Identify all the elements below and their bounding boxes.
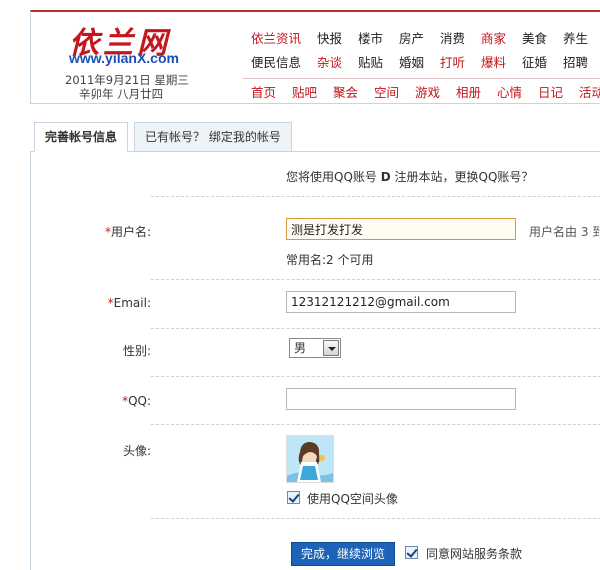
submit-button[interactable]: 完成，继续浏览 <box>291 542 395 566</box>
tab-bind-account[interactable]: 已有帐号？ 绑定我的帐号 <box>134 122 292 152</box>
divider <box>151 196 600 197</box>
divider <box>151 424 600 425</box>
gender-select[interactable]: 男 <box>289 338 341 358</box>
agree-terms-label[interactable]: 同意网站服务条款 <box>426 545 522 562</box>
avatar-label: 头像: <box>122 444 151 458</box>
nav-item[interactable]: 心情 <box>497 82 522 101</box>
nav-community: 首页 贴吧 聚会 空间 游戏 相册 心情 日记 活动 <box>251 82 600 103</box>
email-label: *Email: <box>107 296 151 310</box>
divider <box>151 376 600 377</box>
nav-item[interactable]: 打听 <box>440 52 465 71</box>
divider <box>151 279 600 280</box>
username-input[interactable] <box>286 218 516 240</box>
use-qq-avatar-label: 使用QQ空间头像 <box>307 492 398 506</box>
username-suggestion: 常用名:2 个可用 <box>286 253 374 267</box>
username-hint: 用户名由 3 到 <box>529 225 600 239</box>
notice-prefix: 您将使用QQ账号 <box>286 170 381 184</box>
nav-item[interactable]: 便民信息 <box>251 52 301 71</box>
nav-item[interactable]: 楼市 <box>358 28 383 47</box>
nav-item[interactable]: 贴贴 <box>358 52 383 71</box>
nav-item[interactable]: 消费 <box>440 28 465 47</box>
qq-account-name: D <box>380 170 391 184</box>
nav-item[interactable]: 婚姻 <box>399 52 424 71</box>
tab-complete-account[interactable]: 完善帐号信息 <box>34 122 129 152</box>
nav-primary: 依兰资讯 快报 楼市 房产 消费 商家 美食 养生 婚嫁 <box>251 28 600 50</box>
gender-label: 性别: <box>122 344 151 358</box>
nav-item[interactable]: 商家 <box>481 28 506 47</box>
use-qq-avatar-checkbox[interactable] <box>287 491 300 504</box>
notice-suffix[interactable]: 注册本站，更换QQ账号？ <box>391 170 534 184</box>
divider <box>151 328 600 329</box>
nav-item[interactable]: 贴吧 <box>292 82 317 101</box>
logo-domain: www.yilanX.com <box>69 50 179 66</box>
nav-item[interactable]: 依兰资讯 <box>251 28 301 47</box>
email-input[interactable] <box>286 291 516 313</box>
nav-secondary: 便民信息 杂谈 贴贴 婚姻 打听 爆料 征婚 招聘 人才 <box>251 52 600 74</box>
nav-item[interactable]: 活动 <box>579 82 600 101</box>
nav-item[interactable]: 相册 <box>456 82 481 101</box>
avatar-illustration-icon <box>287 436 333 482</box>
nav-item[interactable]: 游戏 <box>415 82 440 101</box>
nav-item[interactable]: 爆料 <box>481 52 506 71</box>
nav-item[interactable]: 招聘 <box>563 52 588 71</box>
avatar <box>286 435 334 483</box>
site-logo[interactable]: 依兰网 www.yilanX.com 2011年9月21日 星期三 辛卯年 八月… <box>31 12 221 103</box>
username-label: *用户名: <box>104 225 151 239</box>
nav-item[interactable]: 养生 <box>563 28 588 47</box>
nav-item[interactable]: 空间 <box>374 82 399 101</box>
nav-item[interactable]: 征婚 <box>522 52 547 71</box>
divider <box>151 518 600 519</box>
registration-form: 您将使用QQ账号 D 注册本站，更换QQ账号？ *用户名: 用户名由 3 到 常… <box>30 152 600 570</box>
nav-item[interactable]: 房产 <box>399 28 424 47</box>
qq-input[interactable] <box>286 388 516 410</box>
nav-item[interactable]: 聚会 <box>333 82 358 101</box>
nav-divider <box>243 78 600 79</box>
site-header: 依兰网 www.yilanX.com 2011年9月21日 星期三 辛卯年 八月… <box>30 10 600 104</box>
nav-item[interactable]: 杂谈 <box>317 52 342 71</box>
account-tabs: 完善帐号信息 已有帐号？ 绑定我的帐号 <box>30 118 600 152</box>
nav-item[interactable]: 首页 <box>251 82 276 101</box>
nav-item[interactable]: 美食 <box>522 28 547 47</box>
lunar-date: 辛卯年 八月廿四 <box>79 87 164 101</box>
chevron-down-icon[interactable] <box>323 340 339 356</box>
nav-item[interactable]: 快报 <box>317 28 342 47</box>
gender-value: 男 <box>294 341 307 355</box>
agree-terms-checkbox[interactable] <box>405 546 418 559</box>
qq-notice: 您将使用QQ账号 D 注册本站，更换QQ账号？ <box>286 168 533 185</box>
nav-item[interactable]: 日记 <box>538 82 563 101</box>
qq-label: *QQ: <box>122 394 151 408</box>
